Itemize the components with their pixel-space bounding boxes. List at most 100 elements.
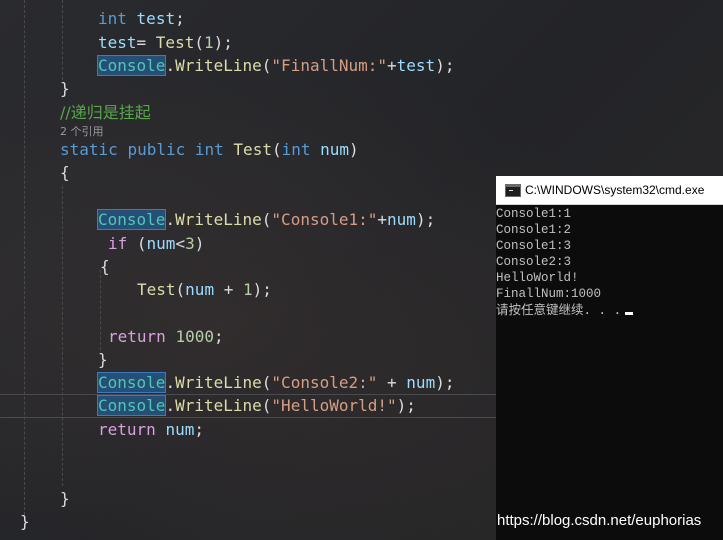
operator: + xyxy=(377,373,407,392)
variable: num xyxy=(146,234,176,253)
number-literal: 1 xyxy=(203,33,214,52)
code-line[interactable]: if (num<3) xyxy=(108,233,204,255)
variable: num xyxy=(387,210,416,229)
punct: ; xyxy=(213,327,224,346)
punct: ; xyxy=(194,420,204,439)
punct: ( xyxy=(271,140,282,159)
string-literal: "HelloWorld!" xyxy=(271,396,397,415)
control-keyword: if xyxy=(108,234,128,253)
punct: ( xyxy=(127,234,147,253)
punct: ( xyxy=(261,373,272,392)
variable: test xyxy=(136,9,176,28)
code-line[interactable]: } xyxy=(98,349,108,371)
cmd-titlebar[interactable]: C:\WINDOWS\system32\cmd.exe xyxy=(496,176,723,205)
method-call: Test xyxy=(137,280,176,299)
class-name-highlighted: Console xyxy=(96,372,167,393)
class-name-highlighted: Console xyxy=(96,395,167,416)
watermark: https://blog.csdn.net/euphorias xyxy=(497,512,702,529)
punct: ); xyxy=(252,280,272,299)
method-call: WriteLine xyxy=(175,56,262,75)
punct: . xyxy=(165,396,176,415)
punct: . xyxy=(165,373,176,392)
control-keyword: return xyxy=(98,420,156,439)
control-keyword: return xyxy=(108,327,166,346)
keyword: static xyxy=(60,140,118,159)
punct: = xyxy=(136,33,156,52)
code-comment[interactable]: //递归是挂起 xyxy=(60,102,151,124)
variable: num xyxy=(185,280,215,299)
code-line[interactable]: Console.WriteLine("HelloWorld!"); xyxy=(96,395,416,417)
code-line[interactable]: Console.WriteLine("Console2:" + num); xyxy=(96,372,455,394)
indent-guide xyxy=(100,270,101,350)
console-line: Console2:3 xyxy=(496,255,572,269)
code-line[interactable]: } xyxy=(20,511,30,533)
method-signature[interactable]: static public int Test(int num) xyxy=(60,139,359,161)
console-line: Console1:1 xyxy=(496,207,572,221)
class-name-highlighted: Console xyxy=(96,55,167,76)
punct: ); xyxy=(435,373,455,392)
code-line[interactable]: Test(num + 1); xyxy=(137,279,272,301)
terminal-icon xyxy=(505,184,521,197)
punct: ); xyxy=(415,210,436,229)
punct: ); xyxy=(396,396,416,415)
punct: ( xyxy=(261,210,272,229)
console-line-prompt: 请按任意键继续. . . xyxy=(496,302,723,318)
punct: . xyxy=(165,56,176,75)
code-line[interactable]: Console.WriteLine("Console1:"+num); xyxy=(96,209,436,231)
punct: + xyxy=(387,56,397,75)
number-literal: 3 xyxy=(185,234,195,253)
indent-guide xyxy=(62,186,63,486)
string-literal: "Console1:" xyxy=(271,210,378,229)
punct: ) xyxy=(194,234,205,253)
method-name: Test xyxy=(233,140,272,159)
reference-count-codelens[interactable]: 2 个引用 xyxy=(60,123,104,139)
console-output[interactable]: Console1:1 Console1:2 Console1:3 Console… xyxy=(496,206,723,318)
console-line: FinallNum:1000 xyxy=(496,287,602,301)
keyword: public xyxy=(127,140,186,159)
number-literal: 1 xyxy=(242,280,253,299)
console-line: Console1:2 xyxy=(496,223,572,237)
punct: ( xyxy=(261,56,272,75)
console-line: Console1:3 xyxy=(496,239,572,253)
code-line[interactable]: return num; xyxy=(98,419,204,441)
number-literal: 1000 xyxy=(175,327,214,346)
keyword: int xyxy=(194,140,224,159)
method-call: WriteLine xyxy=(175,373,262,392)
variable: test xyxy=(396,56,436,75)
code-line[interactable]: return 1000; xyxy=(108,326,224,348)
punct: . xyxy=(165,210,176,229)
punct: ) xyxy=(349,140,359,159)
keyword: int xyxy=(98,9,127,28)
code-line[interactable]: } xyxy=(60,78,70,100)
code-line[interactable]: { xyxy=(100,256,110,278)
code-line[interactable]: } xyxy=(60,488,70,510)
punct: + xyxy=(377,210,388,229)
variable: num xyxy=(406,373,436,392)
indent-guide xyxy=(24,0,25,515)
parameter: num xyxy=(320,140,350,159)
cmd-window-title: C:\WINDOWS\system32\cmd.exe xyxy=(525,183,705,197)
method-call: Test xyxy=(155,33,195,52)
code-line[interactable]: { xyxy=(60,162,70,184)
string-literal: "Console2:" xyxy=(271,373,378,392)
string-literal: "FinallNum:" xyxy=(271,56,388,75)
punct: ( xyxy=(261,396,272,415)
punct: ); xyxy=(213,33,233,52)
console-line: HelloWorld! xyxy=(496,271,579,285)
punct: ( xyxy=(194,33,204,52)
press-any-key-prompt: 请按任意键继续. . . xyxy=(496,302,622,317)
code-line[interactable]: test= Test(1); xyxy=(98,32,233,54)
operator: < xyxy=(175,234,186,253)
cmd-console-window[interactable]: C:\WINDOWS\system32\cmd.exe Console1:1 C… xyxy=(496,176,723,540)
method-call: WriteLine xyxy=(175,396,262,415)
indent-guide xyxy=(62,0,63,80)
operator: + xyxy=(214,280,243,299)
keyword: int xyxy=(281,140,311,159)
class-name-highlighted: Console xyxy=(96,209,167,230)
punct: ); xyxy=(435,56,455,75)
code-line[interactable]: int test; xyxy=(98,8,185,30)
method-call: WriteLine xyxy=(175,210,262,229)
code-line[interactable]: Console.WriteLine("FinallNum:"+test); xyxy=(96,55,455,77)
punct: ( xyxy=(175,280,186,299)
punct: ; xyxy=(175,9,185,28)
